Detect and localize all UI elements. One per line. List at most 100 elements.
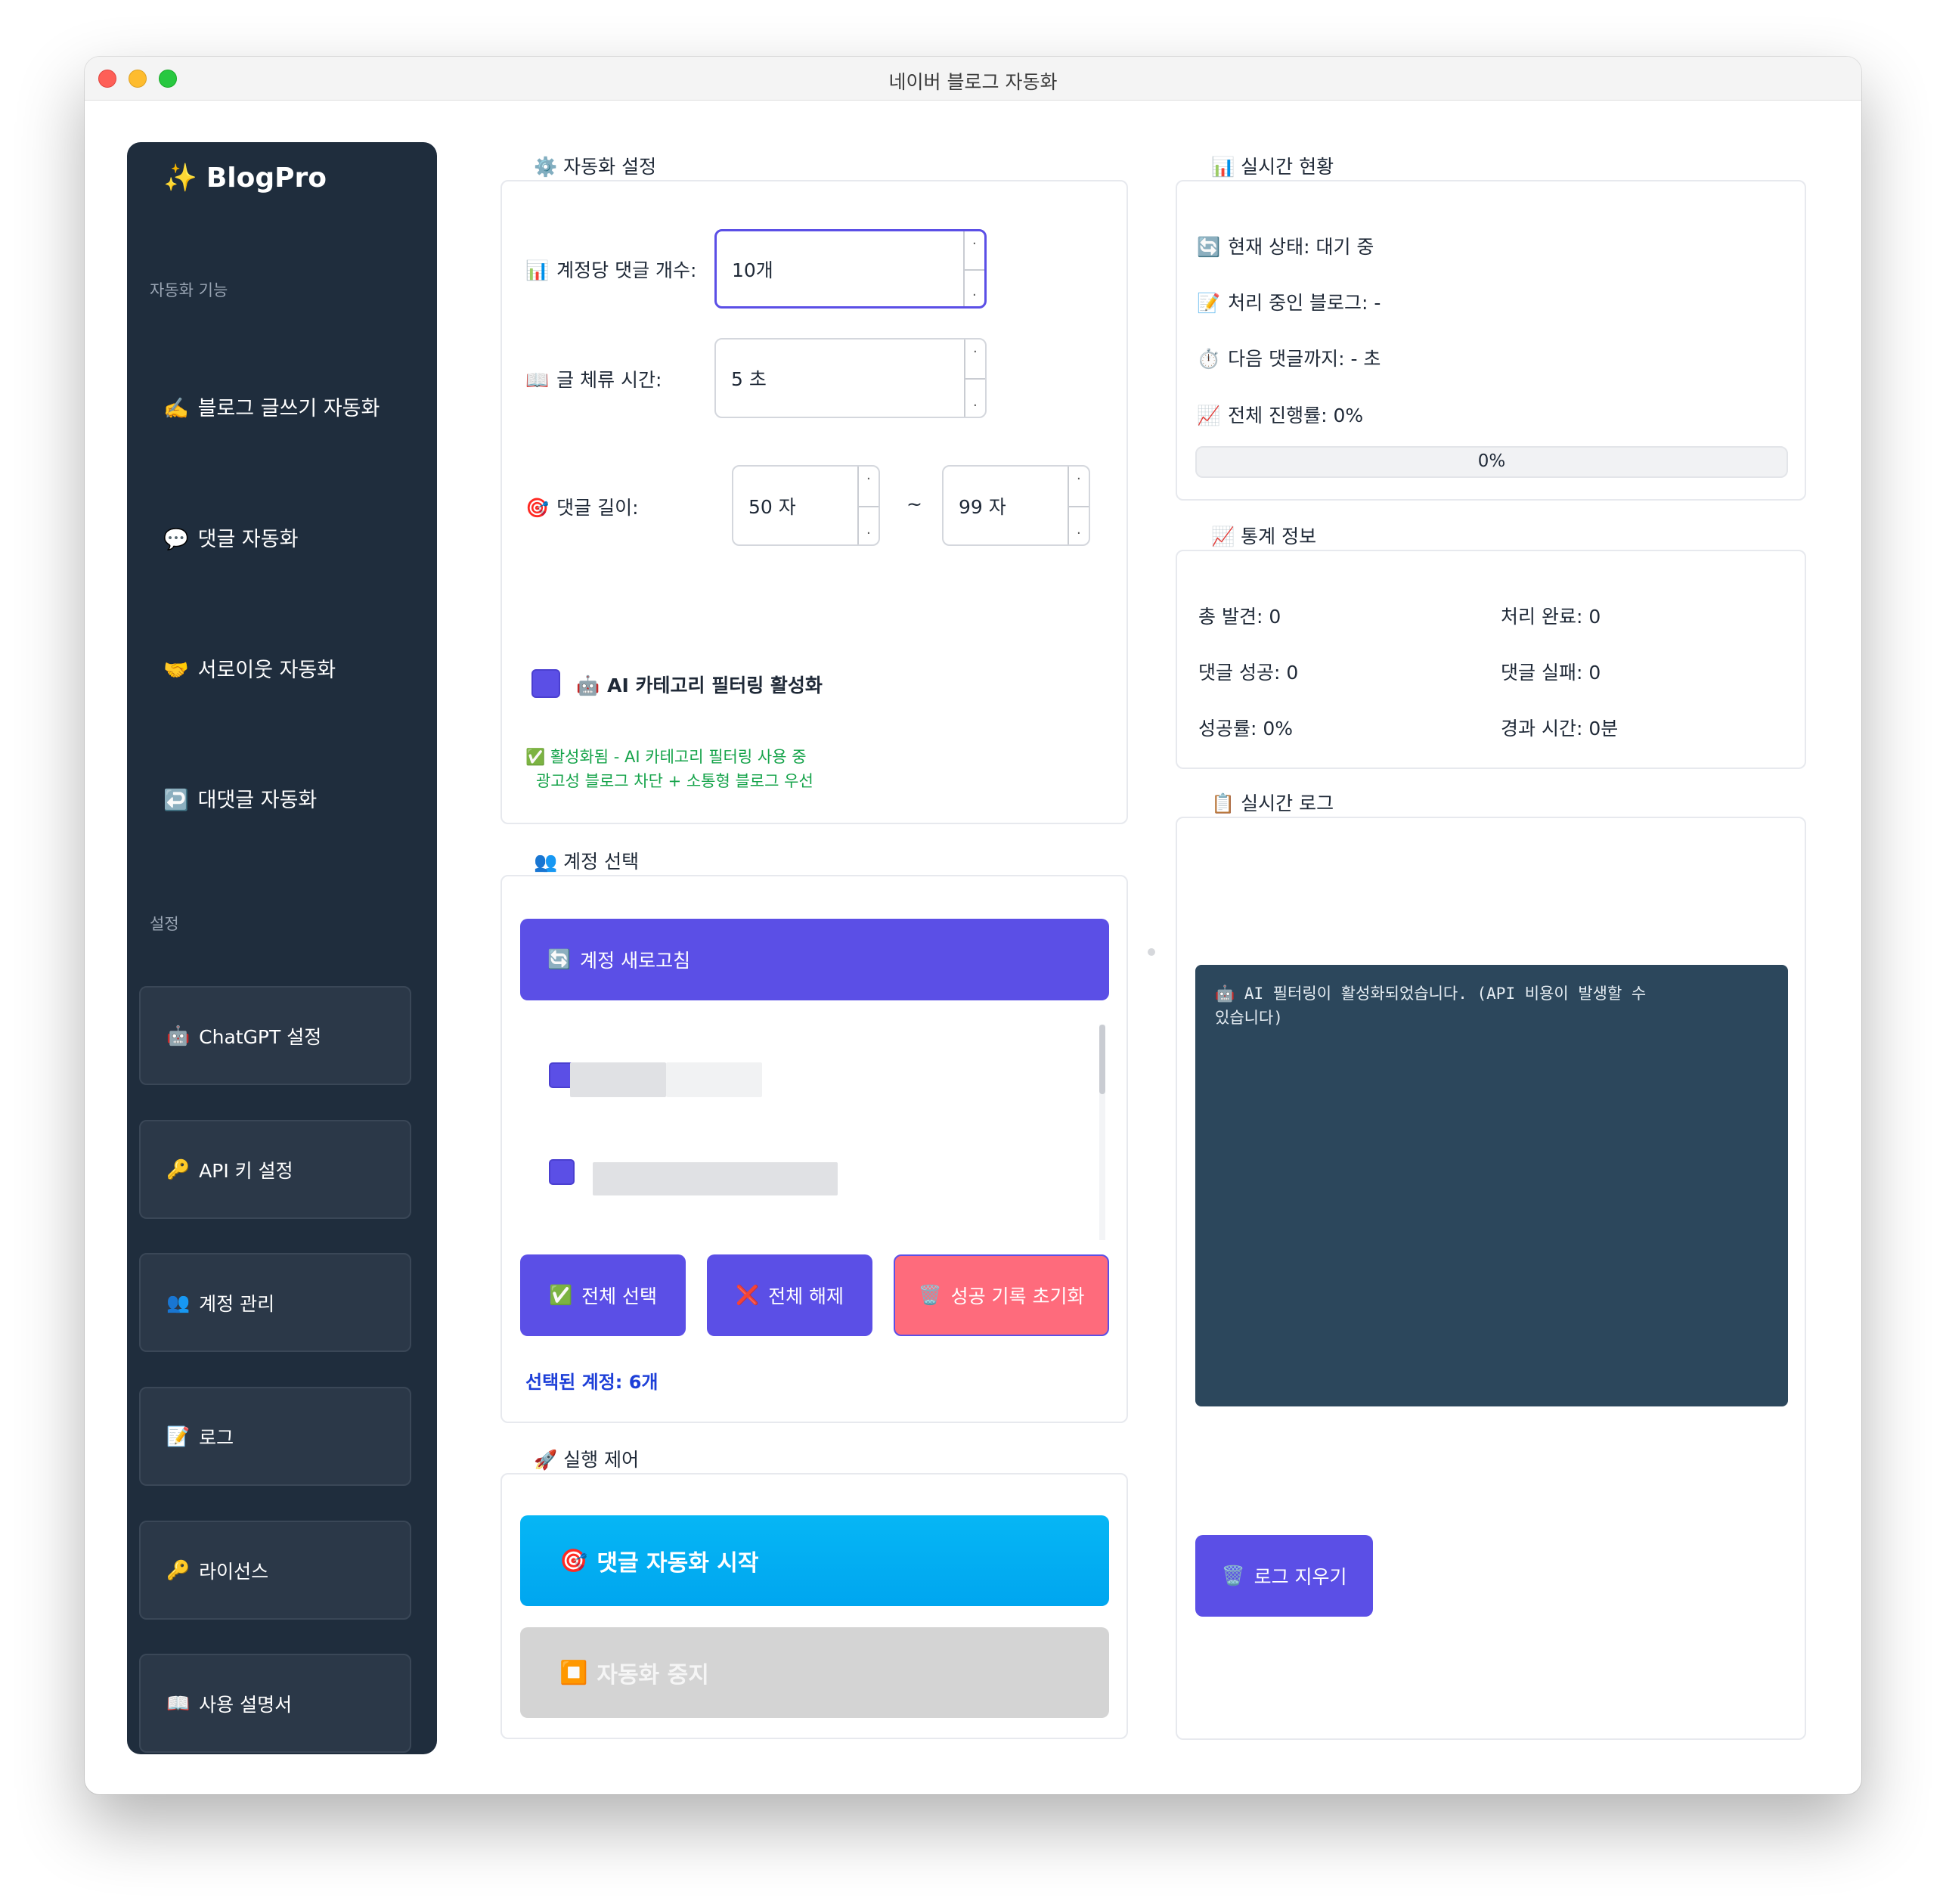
deselect-all-button[interactable]: ❌ 전체 해제: [707, 1254, 872, 1336]
current-status: 🔄 현재 상태: 대기 중: [1197, 232, 1374, 259]
button-label: 라이선스: [199, 1560, 269, 1583]
robot-icon: 🤖: [576, 674, 600, 696]
next-comment-timer: ⏱️ 다음 댓글까지: - 초: [1197, 344, 1381, 371]
comment-length-label: 🎯 댓글 길이:: [525, 493, 639, 520]
window-title: 네이버 블로그 자동화: [888, 71, 1058, 93]
run-control-title: 🚀 실행 제어: [529, 1445, 644, 1472]
comment-length-max-stepper[interactable]: 99 자: [942, 465, 1090, 546]
users-icon: 👥: [534, 851, 558, 873]
stop-automation-button[interactable]: ⏹️ 자동화 중지: [520, 1627, 1109, 1718]
target-icon: 🎯: [559, 1547, 588, 1574]
trash-icon: 🗑️: [918, 1284, 942, 1306]
reset-success-records-button[interactable]: 🗑️ 성공 기록 초기화: [894, 1254, 1109, 1336]
nav-item-blog-writing[interactable]: ✍️ 블로그 글쓰기 자동화: [163, 392, 380, 421]
open-book-icon: 📖: [525, 369, 550, 391]
group-title-text: 통계 정보: [1241, 526, 1317, 547]
ai-note-line-2: 광고성 블로그 차단 + 소통형 블로그 우선: [536, 772, 813, 790]
button-label: 계정 새로고침: [580, 950, 691, 972]
stepper-arrows[interactable]: [964, 340, 985, 417]
ai-filter-checkbox[interactable]: [531, 669, 560, 698]
gear-icon: ⚙️: [534, 156, 558, 178]
log-output[interactable]: 🤖 AI 필터링이 활성화되었습니다. (API 비용이 발생할 수 있습니다): [1195, 965, 1788, 1406]
stepper-value: 99 자: [959, 495, 1006, 518]
nav-item-neighbor[interactable]: 🤝 서로이웃 자동화: [163, 653, 336, 683]
clear-log-button[interactable]: 🗑️ 로그 지우기: [1195, 1535, 1373, 1617]
open-book-icon: 📖: [166, 1692, 191, 1714]
comments-per-account-label: 📊 계정당 댓글 개수:: [525, 256, 696, 283]
stat-comment-success: 댓글 성공: 0: [1198, 662, 1299, 684]
stay-time-label: 📖 글 체류 시간:: [525, 365, 662, 392]
stepper-arrows[interactable]: [857, 467, 879, 544]
brand: ✨ BlogPro: [163, 162, 327, 194]
memo-icon: 📝: [1197, 292, 1221, 314]
button-label: 댓글 자동화 시작: [597, 1550, 759, 1577]
length-separator: ~: [906, 493, 922, 515]
users-icon: 👥: [166, 1291, 191, 1313]
chart-increasing-icon: 📈: [1211, 526, 1235, 547]
group-title-text: 실행 제어: [563, 1449, 640, 1471]
nav-item-label: 댓글 자동화: [197, 528, 299, 551]
api-key-settings-button[interactable]: 🔑 API 키 설정: [139, 1120, 411, 1219]
selected-accounts-count: 선택된 계정: 6개: [525, 1372, 659, 1393]
note-text: 활성화됨 - AI 카테고리 필터링 사용 중: [550, 748, 807, 766]
start-comment-automation-button[interactable]: 🎯 댓글 자동화 시작: [520, 1515, 1109, 1606]
account-list-scroll-thumb[interactable]: [1099, 1025, 1105, 1094]
stepper-value: 50 자: [748, 495, 796, 518]
robot-icon: 🤖: [166, 1024, 191, 1047]
progress-bar: 0%: [1195, 446, 1788, 478]
realtime-log-title: 📋 실시간 로그: [1207, 789, 1339, 816]
select-all-button[interactable]: ✅ 전체 선택: [520, 1254, 686, 1336]
title-bar: 네이버 블로그 자동화: [85, 57, 1861, 101]
license-button[interactable]: 🔑 라이선스: [139, 1521, 411, 1620]
stopwatch-icon: ⏱️: [1197, 348, 1221, 370]
realtime-status-title: 📊 실시간 현황: [1207, 152, 1339, 179]
account-management-button[interactable]: 👥 계정 관리: [139, 1253, 411, 1352]
nav-item-reply[interactable]: ↩️ 대댓글 자동화: [163, 783, 317, 813]
section-label-settings: 설정: [150, 915, 179, 933]
nav-item-label: 서로이웃 자동화: [197, 659, 336, 682]
group-title-text: 계정 선택: [563, 851, 640, 873]
bar-chart-icon: 📊: [1211, 156, 1235, 178]
nav-item-comment[interactable]: 💬 댓글 자동화: [163, 523, 298, 552]
writing-hand-icon: ✍️: [163, 397, 189, 420]
automation-settings-title: ⚙️ 자동화 설정: [529, 152, 662, 179]
account-selection-title: 👥 계정 선택: [529, 847, 644, 874]
stat-elapsed-time: 경과 시간: 0분: [1501, 718, 1619, 740]
button-label: 계정 관리: [199, 1292, 275, 1315]
trash-icon: 🗑️: [1221, 1564, 1245, 1586]
ai-filter-label[interactable]: 🤖 AI 카테고리 필터링 활성화: [576, 671, 823, 698]
status-text: 처리 중인 블로그: -: [1228, 292, 1381, 314]
stepper-arrows[interactable]: [1068, 467, 1089, 544]
log-line-continued: 있습니다): [1215, 1009, 1283, 1027]
stat-comment-fail: 댓글 실패: 0: [1501, 662, 1601, 684]
label-text: 계정당 댓글 개수:: [556, 259, 697, 281]
log-text: AI 필터링이 활성화되었습니다. (API 비용이 발생할 수: [1244, 985, 1647, 1003]
group-title-text: 실시간 현황: [1241, 156, 1334, 178]
log-button[interactable]: 📝 로그: [139, 1387, 411, 1486]
stepper-arrows[interactable]: [963, 231, 984, 306]
button-label: 성공 기록 초기화: [950, 1285, 1085, 1307]
stepper-value: 10개: [732, 259, 773, 281]
stop-icon: ⏹️: [559, 1659, 588, 1686]
section-label-features: 자동화 기능: [150, 281, 228, 299]
refresh-accounts-button[interactable]: 🔄 계정 새로고침: [520, 919, 1109, 1000]
label-text: 글 체류 시간:: [556, 369, 662, 391]
chatgpt-settings-button[interactable]: 🤖 ChatGPT 설정: [139, 986, 411, 1085]
speech-bubble-icon: 💬: [163, 528, 189, 551]
target-icon: 🎯: [525, 497, 550, 519]
label-text: AI 카테고리 필터링 활성화: [607, 674, 823, 696]
log-line: 🤖 AI 필터링이 활성화되었습니다. (API 비용이 발생할 수: [1215, 981, 1768, 1006]
manual-button[interactable]: 📖 사용 설명서: [139, 1654, 411, 1753]
status-text: 현재 상태: 대기 중: [1228, 236, 1374, 258]
handshake-icon: 🤝: [163, 659, 189, 682]
chart-increasing-icon: 📈: [1197, 405, 1221, 426]
splitter-handle[interactable]: [1148, 948, 1155, 956]
stay-time-stepper[interactable]: 5 초: [714, 338, 987, 418]
nav-item-label: 대댓글 자동화: [197, 789, 318, 812]
key-icon: 🔑: [166, 1158, 191, 1180]
comment-length-min-stepper[interactable]: 50 자: [732, 465, 880, 546]
processing-blog-status: 📝 처리 중인 블로그: -: [1197, 288, 1381, 315]
account-checkbox[interactable]: [549, 1159, 575, 1185]
overall-progress-text: 📈 전체 진행률: 0%: [1197, 401, 1363, 428]
comments-per-account-stepper[interactable]: 10개: [714, 229, 987, 309]
